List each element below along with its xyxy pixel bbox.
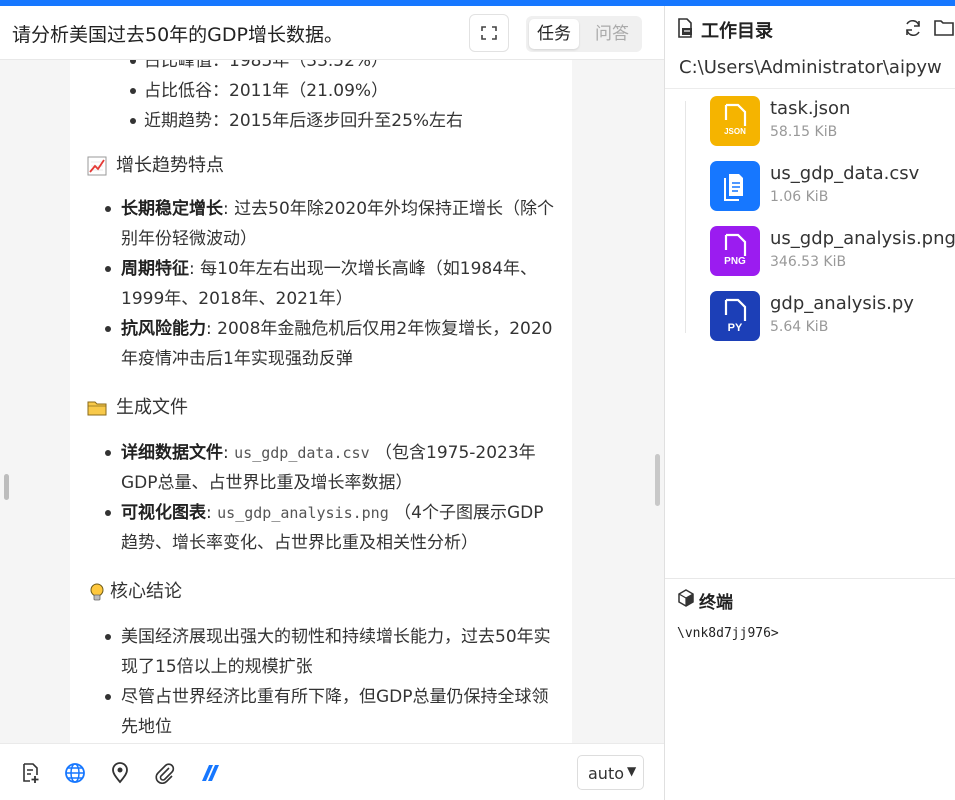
section-heading-conclusion: 核心结论	[70, 577, 572, 607]
list-item: 抗风险能力: 2008年金融危机后仅用2年恢复增长，2020年疫情冲击后1年实现…	[70, 314, 572, 374]
file-item-task-json[interactable]: JSON task.json 58.15 KiB	[710, 96, 955, 148]
list-item: 美国经济展现出强大的韧性和持续增长能力，过去50年实现了15倍以上的规模扩张	[70, 622, 572, 682]
location-button[interactable]	[108, 761, 132, 785]
content-scrollbar[interactable]	[655, 454, 660, 506]
tab-task[interactable]: 任务	[529, 19, 579, 49]
model-logo-icon	[202, 765, 219, 781]
file-item-us-gdp-data-csv[interactable]: us_gdp_data.csv 1.06 KiB	[710, 161, 955, 213]
section-title: 生成文件	[116, 397, 188, 418]
svg-text:JSON: JSON	[724, 127, 746, 136]
globe-icon	[65, 763, 85, 783]
list-item-bold: 长期稳定增长	[121, 199, 223, 219]
list-item: 占比峰值：1985年（33.52%）	[70, 60, 572, 76]
divider	[665, 578, 955, 579]
list-item-bold: 抗风险能力	[121, 319, 206, 339]
list-item-sep: :	[223, 443, 235, 463]
mode-segmented-control: 任务 问答	[526, 16, 642, 52]
message-content: 占比峰值：1985年（33.52%） 占比低谷：2011年（21.09%） 近期…	[70, 60, 572, 743]
chat-header: 请分析美国过去50年的GDP增长数据。 任务 问答	[0, 6, 664, 60]
add-document-button[interactable]	[18, 761, 42, 785]
file-name: us_gdp_data.csv	[770, 163, 920, 184]
list-item-bold: 周期特征	[121, 259, 189, 279]
light-bulb-icon	[90, 583, 104, 601]
svg-text:PNG: PNG	[724, 256, 746, 267]
file-size: 5.64 KiB	[770, 319, 829, 335]
workdir-path: C:\Users\Administrator\aipyw	[679, 57, 942, 78]
terminal-prompt[interactable]: \vnk8d7jj976>	[677, 626, 779, 641]
list-item-sep: :	[206, 503, 218, 523]
list-item: 周期特征: 每10年左右出现一次增长高峰（如1984年、1999年、2018年、…	[70, 254, 572, 314]
workdir-header: 工作目录	[665, 6, 955, 50]
file-size: 58.15 KiB	[770, 124, 838, 140]
python-file-icon: PY	[710, 291, 760, 341]
fullscreen-button[interactable]	[469, 14, 509, 52]
file-size: 1.06 KiB	[770, 189, 829, 205]
web-search-button[interactable]	[63, 761, 87, 785]
paperclip-icon	[155, 763, 175, 784]
file-name: task.json	[770, 98, 851, 119]
mode-select-value: auto	[588, 764, 625, 783]
png-file-icon: PNG	[710, 226, 760, 276]
fullscreen-icon	[481, 26, 497, 40]
section-title: 增长趋势特点	[116, 155, 224, 176]
input-toolbar: auto ▼	[0, 743, 664, 800]
section-title: 核心结论	[110, 581, 182, 602]
chevron-down-icon: ▼	[627, 764, 637, 778]
file-name: gdp_analysis.py	[770, 293, 914, 314]
refresh-icon[interactable]	[903, 18, 923, 38]
terminal-title: 终端	[699, 593, 733, 613]
chart-increasing-icon	[87, 156, 107, 176]
open-folder-icon[interactable]	[933, 18, 955, 38]
mode-select[interactable]: auto ▼	[577, 755, 644, 790]
file-name-code: us_gdp_data.csv	[234, 444, 370, 462]
tab-qa[interactable]: 问答	[587, 19, 637, 49]
svg-text:PY: PY	[728, 322, 743, 334]
list-item: 详细数据文件: us_gdp_data.csv （包含1975-2023年GDP…	[70, 438, 572, 498]
file-item-us-gdp-analysis-png[interactable]: PNG us_gdp_analysis.png 346.53 KiB	[710, 226, 955, 278]
file-size: 346.53 KiB	[770, 254, 847, 270]
section-heading-files: 生成文件	[70, 393, 572, 423]
attach-button[interactable]	[153, 761, 177, 785]
csv-file-icon	[710, 161, 760, 211]
workdir-icon	[678, 18, 692, 38]
json-file-icon: JSON	[710, 96, 760, 146]
section-heading-growth: 增长趋势特点	[70, 151, 572, 181]
list-item: 尽管占世界经济比重有所下降，但GDP总量仍保持全球领先地位	[70, 682, 572, 742]
tree-guide	[685, 101, 686, 333]
list-item: 占比低谷：2011年（21.09%）	[70, 76, 572, 106]
file-name-code: us_gdp_analysis.png	[217, 504, 389, 522]
add-document-icon	[23, 763, 39, 783]
list-item-bold: 详细数据文件	[121, 443, 223, 463]
file-item-gdp-analysis-py[interactable]: PY gdp_analysis.py 5.64 KiB	[710, 291, 955, 343]
list-item: 可视化图表: us_gdp_analysis.png （4个子图展示GDP趋势、…	[70, 498, 572, 558]
list-item: 近期趋势：2015年后逐步回升至25%左右	[70, 106, 572, 136]
model-selector-button[interactable]	[198, 761, 222, 785]
map-pin-icon	[112, 762, 128, 784]
workdir-title: 工作目录	[701, 21, 773, 42]
list-item-bold: 可视化图表	[121, 503, 206, 523]
right-panel: 工作目录 C:\Users\Administrator\aipyw JSON t…	[665, 6, 955, 800]
left-resize-handle[interactable]	[4, 474, 9, 500]
task-title: 请分析美国过去50年的GDP增长数据。	[12, 24, 343, 46]
file-name: us_gdp_analysis.png	[770, 228, 955, 249]
folder-icon	[87, 401, 107, 416]
divider	[665, 88, 955, 89]
chat-pane: 请分析美国过去50年的GDP增长数据。 任务 问答 占比峰值：1985年（33.…	[0, 6, 664, 800]
list-item: 长期稳定增长: 过去50年除2020年外均保持正增长（除个别年份轻微波动）	[70, 194, 572, 254]
terminal-icon	[678, 589, 694, 607]
